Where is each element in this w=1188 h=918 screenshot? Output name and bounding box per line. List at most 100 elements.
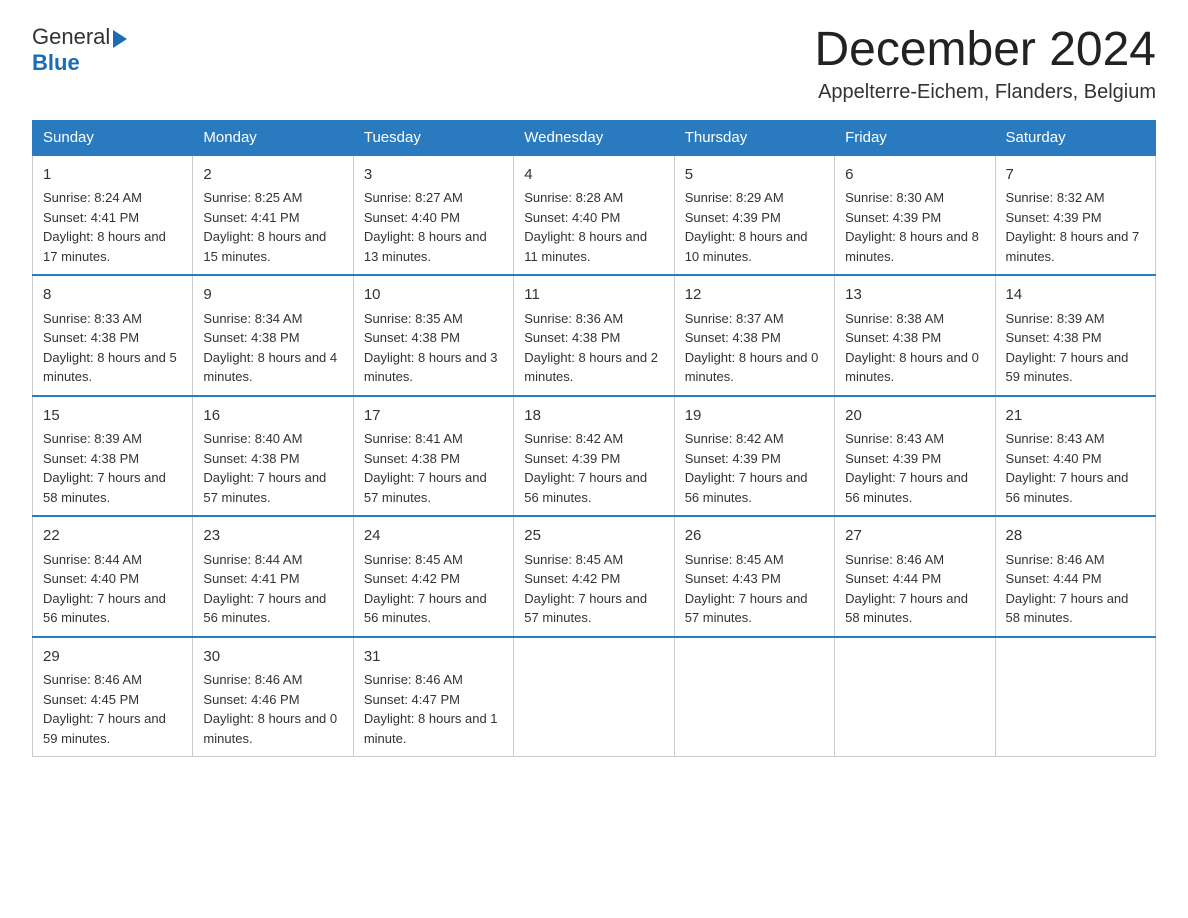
day-sunset: Sunset: 4:40 PM	[1006, 451, 1102, 466]
calendar-cell: 10Sunrise: 8:35 AMSunset: 4:38 PMDayligh…	[353, 275, 513, 396]
logo-text-general: General	[32, 24, 110, 50]
day-number: 1	[43, 164, 182, 187]
day-sunrise: Sunrise: 8:42 AM	[685, 431, 784, 446]
day-sunset: Sunset: 4:38 PM	[685, 330, 781, 345]
day-sunrise: Sunrise: 8:46 AM	[364, 672, 463, 687]
calendar-cell	[514, 637, 674, 757]
day-daylight: Daylight: 8 hours and 5 minutes.	[43, 350, 177, 385]
day-sunrise: Sunrise: 8:32 AM	[1006, 190, 1105, 205]
day-sunset: Sunset: 4:39 PM	[845, 210, 941, 225]
day-daylight: Daylight: 8 hours and 1 minute.	[364, 711, 498, 746]
day-sunset: Sunset: 4:42 PM	[524, 571, 620, 586]
day-sunrise: Sunrise: 8:39 AM	[1006, 311, 1105, 326]
day-daylight: Daylight: 7 hours and 59 minutes.	[1006, 350, 1129, 385]
calendar-cell: 27 Sunrise: 8:46 AM Sunset: 4:44 PM Dayligh…	[835, 516, 995, 637]
day-sunset: Sunset: 4:41 PM	[203, 210, 299, 225]
day-sunrise: Sunrise: 8:30 AM	[845, 190, 944, 205]
day-number: 28	[1006, 525, 1145, 548]
day-sunset: Sunset: 4:42 PM	[364, 571, 460, 586]
calendar-cell: 19Sunrise: 8:42 AMSunset: 4:39 PMDayligh…	[674, 396, 834, 517]
day-sunset: Sunset: 4:38 PM	[203, 451, 299, 466]
day-number: 21	[1006, 405, 1145, 428]
calendar-cell: 28Sunrise: 8:46 AMSunset: 4:44 PMDayligh…	[995, 516, 1155, 637]
day-sunrise: Sunrise: 8:43 AM	[1006, 431, 1105, 446]
day-sunset: Sunset: 4:38 PM	[43, 451, 139, 466]
day-daylight: Daylight: 8 hours and 8 minutes.	[845, 229, 979, 264]
day-sunset: Sunset: 4:39 PM	[685, 210, 781, 225]
day-number: 11	[524, 284, 663, 307]
calendar-cell	[995, 637, 1155, 757]
day-sunset: Sunset: 4:38 PM	[364, 330, 460, 345]
day-daylight: Daylight: 7 hours and 56 minutes.	[1006, 470, 1129, 505]
day-sunrise: Sunrise: 8:40 AM	[203, 431, 302, 446]
calendar-cell: 11Sunrise: 8:36 AMSunset: 4:38 PMDayligh…	[514, 275, 674, 396]
day-number: 27	[845, 525, 984, 548]
day-number: 24	[364, 525, 503, 548]
day-sunset: Sunset: 4:47 PM	[364, 692, 460, 707]
calendar-cell: 22Sunrise: 8:44 AMSunset: 4:40 PMDayligh…	[33, 516, 193, 637]
col-header-sunday: Sunday	[33, 120, 193, 155]
day-sunset: Sunset: 4:44 PM	[845, 571, 941, 586]
calendar-cell: 2Sunrise: 8:25 AMSunset: 4:41 PMDaylight…	[193, 155, 353, 276]
calendar-cell: 24Sunrise: 8:45 AMSunset: 4:42 PMDayligh…	[353, 516, 513, 637]
day-sunset: Sunset: 4:40 PM	[43, 571, 139, 586]
calendar-cell: 13Sunrise: 8:38 AMSunset: 4:38 PMDayligh…	[835, 275, 995, 396]
day-sunrise: Sunrise: 8:44 AM	[43, 552, 142, 567]
day-sunset: Sunset: 4:46 PM	[203, 692, 299, 707]
day-number: 22	[43, 525, 182, 548]
day-sunrise: Sunrise: 8:43 AM	[845, 431, 944, 446]
day-sunset: Sunset: 4:43 PM	[685, 571, 781, 586]
day-sunset: Sunset: 4:39 PM	[1006, 210, 1102, 225]
day-daylight: Daylight: 7 hours and 58 minutes.	[845, 591, 968, 626]
calendar-cell: 26Sunrise: 8:45 AMSunset: 4:43 PMDayligh…	[674, 516, 834, 637]
day-sunset: Sunset: 4:39 PM	[685, 451, 781, 466]
day-sunrise: Sunrise: 8:46 AM	[845, 552, 944, 567]
col-header-saturday: Saturday	[995, 120, 1155, 155]
day-daylight: Daylight: 8 hours and 4 minutes.	[203, 350, 337, 385]
day-number: 2	[203, 164, 342, 187]
day-daylight: Daylight: 8 hours and 17 minutes.	[43, 229, 166, 264]
day-number: 30	[203, 646, 342, 669]
day-number: 17	[364, 405, 503, 428]
day-number: 31	[364, 646, 503, 669]
calendar-cell: 16Sunrise: 8:40 AMSunset: 4:38 PMDayligh…	[193, 396, 353, 517]
day-sunrise: Sunrise: 8:35 AM	[364, 311, 463, 326]
day-sunrise: Sunrise: 8:45 AM	[524, 552, 623, 567]
calendar-cell: 14Sunrise: 8:39 AMSunset: 4:38 PMDayligh…	[995, 275, 1155, 396]
day-sunset: Sunset: 4:38 PM	[43, 330, 139, 345]
day-sunrise: Sunrise: 8:45 AM	[364, 552, 463, 567]
day-daylight: Daylight: 7 hours and 58 minutes.	[43, 470, 166, 505]
day-daylight: Daylight: 7 hours and 57 minutes.	[685, 591, 808, 626]
day-daylight: Daylight: 8 hours and 10 minutes.	[685, 229, 808, 264]
calendar-cell: 3Sunrise: 8:27 AMSunset: 4:40 PMDaylight…	[353, 155, 513, 276]
calendar-cell: 4Sunrise: 8:28 AMSunset: 4:40 PMDaylight…	[514, 155, 674, 276]
day-sunrise: Sunrise: 8:38 AM	[845, 311, 944, 326]
day-sunrise: Sunrise: 8:42 AM	[524, 431, 623, 446]
day-sunset: Sunset: 4:45 PM	[43, 692, 139, 707]
day-number: 25	[524, 525, 663, 548]
day-daylight: Daylight: 8 hours and 11 minutes.	[524, 229, 647, 264]
day-daylight: Daylight: 7 hours and 57 minutes.	[364, 470, 487, 505]
calendar-cell: 7Sunrise: 8:32 AMSunset: 4:39 PMDaylight…	[995, 155, 1155, 276]
col-header-monday: Monday	[193, 120, 353, 155]
day-daylight: Daylight: 7 hours and 56 minutes.	[845, 470, 968, 505]
day-sunset: Sunset: 4:40 PM	[364, 210, 460, 225]
day-sunset: Sunset: 4:41 PM	[203, 571, 299, 586]
day-sunrise: Sunrise: 8:44 AM	[203, 552, 302, 567]
day-sunset: Sunset: 4:38 PM	[364, 451, 460, 466]
day-daylight: Daylight: 8 hours and 2 minutes.	[524, 350, 658, 385]
day-number: 26	[685, 525, 824, 548]
day-number: 14	[1006, 284, 1145, 307]
page-subtitle: Appelterre-Eichem, Flanders, Belgium	[814, 81, 1156, 104]
day-sunset: Sunset: 4:39 PM	[524, 451, 620, 466]
day-sunset: Sunset: 4:39 PM	[845, 451, 941, 466]
day-number: 9	[203, 284, 342, 307]
day-number: 7	[1006, 164, 1145, 187]
page-header: General Blue December 2024 Appelterre-Ei…	[32, 24, 1156, 104]
day-number: 4	[524, 164, 663, 187]
day-number: 15	[43, 405, 182, 428]
day-daylight: Daylight: 7 hours and 58 minutes.	[1006, 591, 1129, 626]
calendar-week-row: 22 Sunrise: 8:44 AM Sunset: 4:40 PM Dayligh…	[33, 516, 1156, 637]
calendar-cell: 15Sunrise: 8:39 AMSunset: 4:38 PMDayligh…	[33, 396, 193, 517]
day-sunrise: Sunrise: 8:46 AM	[203, 672, 302, 687]
